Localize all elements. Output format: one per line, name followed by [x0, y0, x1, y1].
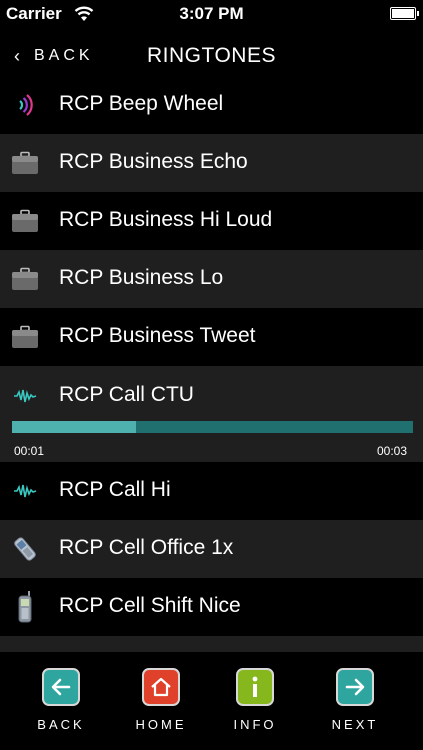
list-item[interactable]: RCP Business Lo	[0, 250, 423, 308]
sound-waves-icon	[10, 91, 40, 119]
toolbar-info-label: INFO	[233, 717, 277, 732]
waveform-icon	[10, 477, 40, 505]
list-item[interactable]: RCP Business Tweet	[0, 308, 423, 366]
ringtone-list: RCP Beep Wheel RCP Business Echo RCP Bus…	[0, 76, 423, 694]
info-icon	[236, 668, 274, 706]
briefcase-icon	[10, 323, 40, 351]
toolbar-home-label: HOME	[135, 717, 187, 732]
elapsed-time: 00:01	[14, 444, 45, 458]
ringtone-label: RCP Call Hi	[59, 478, 171, 501]
home-icon	[142, 668, 180, 706]
ringtone-label: RCP Business Tweet	[59, 324, 256, 347]
nav-back-label: BACK	[34, 47, 94, 64]
status-bar: Carrier 3:07 PM	[0, 0, 423, 28]
ringtone-label: RCP Cell Office 1x	[59, 536, 234, 559]
list-item[interactable]: RCP Business Echo	[0, 134, 423, 192]
briefcase-icon	[10, 149, 40, 177]
toolbar-back-button[interactable]: BACK	[26, 668, 96, 746]
list-item-playing[interactable]: RCP Call CTU 00:01 00:03	[0, 366, 423, 462]
page-title: RINGTONES	[147, 44, 276, 67]
list-item[interactable]: RCP Beep Wheel	[0, 76, 423, 134]
ringtone-label: RCP Business Hi Loud	[59, 208, 273, 231]
toolbar-next-button[interactable]: NEXT	[320, 668, 390, 746]
arrow-right-icon	[336, 668, 374, 706]
briefcase-icon	[10, 265, 40, 293]
ringtone-label: RCP Beep Wheel	[59, 92, 224, 115]
briefcase-icon	[10, 207, 40, 235]
list-item[interactable]: RCP Cell Office 1x	[0, 520, 423, 578]
list-item[interactable]: RCP Cell Shift Nice	[0, 578, 423, 636]
list-item[interactable]: RCP Call Hi	[0, 462, 423, 520]
list-item[interactable]: RCP Business Hi Loud	[0, 192, 423, 250]
nav-back-button[interactable]: ‹ BACK	[14, 45, 94, 67]
ringtone-label: RCP Call CTU	[59, 383, 194, 406]
toolbar-back-label: BACK	[37, 717, 85, 732]
toolbar-next-label: NEXT	[331, 717, 379, 732]
toolbar-info-button[interactable]: INFO	[220, 668, 290, 746]
ringtone-label: RCP Business Echo	[59, 150, 248, 173]
battery-icon	[390, 7, 419, 20]
chevron-left-icon: ‹	[14, 46, 20, 66]
nav-bar: ‹ BACK RINGTONES	[0, 30, 423, 80]
bottom-toolbar: BACK HOME INFO NEXT	[0, 652, 423, 750]
ringtone-label: RCP Cell Shift Nice	[59, 594, 241, 617]
duration-time: 00:03	[376, 444, 407, 458]
waveform-icon	[10, 382, 40, 410]
cell-phone-icon	[10, 535, 40, 563]
playback-progress-bar[interactable]	[12, 421, 413, 433]
status-time: 3:07 PM	[179, 4, 244, 23]
toolbar-home-button[interactable]: HOME	[126, 668, 196, 746]
mobile-phone-icon	[10, 591, 40, 623]
playback-progress-fill	[12, 421, 137, 433]
arrow-left-icon	[42, 668, 80, 706]
ringtone-label: RCP Business Lo	[59, 266, 224, 289]
